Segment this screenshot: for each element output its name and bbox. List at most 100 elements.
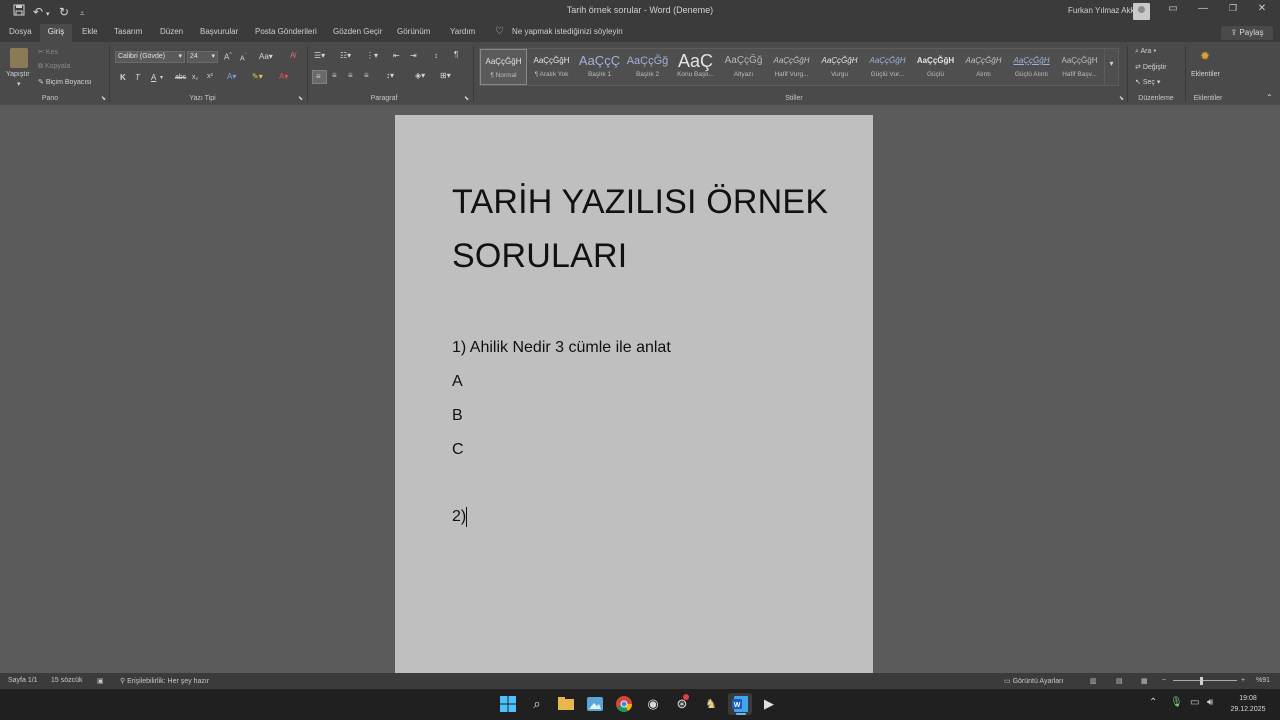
user-name[interactable]: Furkan Yılmaz Akkus bbox=[1068, 6, 1143, 15]
steam-icon[interactable]: ◉ bbox=[641, 693, 665, 715]
collapse-ribbon-icon[interactable]: ⌃ bbox=[1266, 93, 1273, 102]
question-1[interactable]: 1) Ahilik Nedir 3 cümle ile anlat bbox=[452, 339, 671, 357]
clear-formatting-icon[interactable]: A̸ bbox=[290, 51, 295, 60]
shading-icon[interactable]: ◈▾ bbox=[415, 71, 425, 80]
font-launcher-icon[interactable]: ⬊ bbox=[298, 95, 303, 102]
strikethrough-icon[interactable]: abc bbox=[175, 74, 186, 81]
multilevel-list-icon[interactable]: ⋮▾ bbox=[366, 51, 378, 60]
underline-button[interactable]: A bbox=[151, 73, 156, 82]
tray-overflow-icon[interactable]: ⌃ bbox=[1149, 697, 1157, 708]
tab-insert[interactable]: Ekle bbox=[82, 27, 98, 36]
borders-icon[interactable]: ⊞▾ bbox=[440, 71, 451, 80]
style-title[interactable]: AaÇ Konu Başlı... bbox=[672, 49, 719, 85]
paste-button[interactable]: Yapıştır bbox=[6, 71, 30, 78]
redo-icon[interactable]: ↻ bbox=[59, 4, 69, 20]
ribbon-display-options-icon[interactable]: ▭ bbox=[1163, 3, 1183, 14]
style-heading-2[interactable]: AaÇçĞğ Başlık 2 bbox=[624, 49, 671, 85]
numbering-icon[interactable]: ☷▾ bbox=[340, 51, 351, 60]
question-2[interactable]: 2) bbox=[452, 508, 466, 526]
tab-design[interactable]: Tasarım bbox=[114, 27, 142, 36]
document-title[interactable]: TARİH YAZILISI ÖRNEK SORULARI bbox=[452, 175, 828, 283]
font-size-combo[interactable]: 24 ▾ bbox=[187, 51, 218, 63]
title-line-2[interactable]: SORULARI bbox=[452, 229, 828, 283]
zoom-slider-thumb[interactable] bbox=[1200, 677, 1204, 685]
microphone-icon[interactable]: 🎙︎ bbox=[1170, 697, 1183, 708]
chrome-icon[interactable] bbox=[612, 693, 636, 715]
photos-icon[interactable] bbox=[583, 693, 607, 715]
align-right-icon[interactable]: ≡ bbox=[348, 71, 353, 80]
increase-indent-icon[interactable]: ⇥ bbox=[410, 51, 417, 60]
style-intense-emphasis[interactable]: AaÇçĞğH Güçlü Vur... bbox=[864, 49, 911, 85]
superscript-icon[interactable]: x² bbox=[207, 73, 213, 80]
style-subtitle[interactable]: AaÇçĞğ Altyazı bbox=[720, 49, 767, 85]
zoom-slider[interactable] bbox=[1173, 680, 1237, 681]
font-color-icon[interactable]: A▾ bbox=[279, 72, 288, 81]
undo-dropdown-icon[interactable]: ▾ bbox=[46, 7, 50, 23]
show-marks-icon[interactable]: ¶ bbox=[454, 50, 458, 59]
restore-icon[interactable]: ❐ bbox=[1223, 3, 1243, 14]
tab-layout[interactable]: Düzen bbox=[160, 27, 183, 36]
tab-help[interactable]: Yardım bbox=[450, 27, 475, 36]
page-counter[interactable]: Sayfa 1/1 bbox=[8, 677, 38, 684]
bold-button[interactable]: K bbox=[120, 73, 126, 82]
accessibility-status[interactable]: ⚲ Erişilebilirlik: Her şey hazır bbox=[120, 677, 209, 685]
app-icon[interactable]: ♞ bbox=[699, 693, 723, 715]
format-painter-button[interactable]: ✎ Biçim Boyacısı bbox=[38, 78, 92, 86]
read-mode-icon[interactable]: ▥ bbox=[1090, 677, 1097, 685]
grow-font-icon[interactable]: A^ bbox=[224, 52, 232, 62]
tab-view[interactable]: Görünüm bbox=[397, 27, 430, 36]
select-button[interactable]: ↖ Seç ▾ bbox=[1135, 78, 1160, 86]
align-left-button[interactable]: ≡ bbox=[312, 70, 327, 84]
decrease-indent-icon[interactable]: ⇤ bbox=[393, 51, 400, 60]
undo-icon[interactable]: ↶ bbox=[33, 4, 43, 20]
style-no-spacing[interactable]: AaÇçĞğH ¶ Aralık Yok bbox=[528, 49, 575, 85]
font-name-combo[interactable]: Calibri (Gövde) ▾ bbox=[115, 51, 185, 63]
line-spacing-icon[interactable]: ↕▾ bbox=[386, 71, 394, 80]
style-intense-quote[interactable]: AaÇçĞğH Güçlü Alıntı bbox=[1008, 49, 1055, 85]
search-icon[interactable]: ⌕ bbox=[525, 693, 549, 715]
justify-icon[interactable]: ≡ bbox=[364, 71, 369, 80]
tab-mailings[interactable]: Posta Gönderileri bbox=[255, 27, 317, 36]
word-count[interactable]: 15 sözcük bbox=[51, 677, 83, 684]
display-settings-button[interactable]: ▭ Görüntü Ayarları bbox=[1004, 677, 1063, 685]
web-layout-icon[interactable]: ▦ bbox=[1141, 677, 1148, 685]
lightbulb-icon[interactable]: ♡ bbox=[495, 26, 504, 37]
file-explorer-icon[interactable] bbox=[554, 693, 578, 715]
customize-qat-icon[interactable]: ⩡ bbox=[80, 6, 85, 22]
tab-references[interactable]: Başvurular bbox=[200, 27, 238, 36]
italic-button[interactable]: T bbox=[135, 73, 140, 82]
style-normal[interactable]: AaÇçĞğH ¶ Normal bbox=[480, 49, 527, 85]
highlight-color-icon[interactable]: ✎▾ bbox=[252, 72, 263, 81]
tell-me-search[interactable]: Ne yapmak istediğinizi söyleyin bbox=[512, 27, 623, 36]
option-c[interactable]: C bbox=[452, 441, 464, 459]
addins-icon[interactable]: ✹ bbox=[1200, 49, 1210, 63]
option-b[interactable]: B bbox=[452, 407, 463, 425]
tab-file[interactable]: Dosya bbox=[9, 27, 32, 36]
sort-icon[interactable]: ↕ bbox=[434, 51, 438, 60]
paragraph-launcher-icon[interactable]: ⬊ bbox=[464, 95, 469, 102]
style-emphasis[interactable]: AaÇçĞğH Vurgu bbox=[816, 49, 863, 85]
tab-home[interactable]: Giriş bbox=[40, 24, 72, 42]
style-heading-1[interactable]: AaÇçÇ Başlık 1 bbox=[576, 49, 623, 85]
save-icon[interactable] bbox=[13, 4, 25, 20]
volume-icon[interactable]: 🔊︎ bbox=[1207, 697, 1213, 708]
styles-more-button[interactable]: ▾ bbox=[1104, 49, 1118, 85]
addins-button[interactable]: Eklentiler bbox=[1191, 71, 1220, 78]
shrink-font-icon[interactable]: Aˇ bbox=[240, 53, 246, 62]
subscript-icon[interactable]: x₂ bbox=[192, 74, 198, 81]
style-strong[interactable]: AaÇçĞğH Güçlü bbox=[912, 49, 959, 85]
align-center-icon[interactable]: ≡ bbox=[332, 71, 337, 80]
obs-icon[interactable]: ⊛ bbox=[670, 693, 694, 715]
paste-icon[interactable] bbox=[10, 48, 28, 68]
word-taskbar-icon[interactable]: W bbox=[728, 693, 752, 715]
change-case-icon[interactable]: Aa▾ bbox=[259, 52, 273, 61]
title-line-1[interactable]: TARİH YAZILISI ÖRNEK bbox=[452, 175, 828, 229]
replace-button[interactable]: ⇄ Değiştir bbox=[1135, 63, 1167, 71]
tab-review[interactable]: Gözden Geçir bbox=[333, 27, 382, 36]
styles-launcher-icon[interactable]: ⬊ bbox=[1119, 95, 1124, 102]
style-quote[interactable]: AaÇçĞğH Alıntı bbox=[960, 49, 1007, 85]
find-button[interactable]: ⌕ Ara ▾ bbox=[1135, 48, 1156, 56]
cut-button[interactable]: ✂ Kes bbox=[38, 48, 58, 56]
avatar[interactable] bbox=[1133, 3, 1150, 20]
text-effects-icon[interactable]: A▾ bbox=[227, 72, 236, 81]
